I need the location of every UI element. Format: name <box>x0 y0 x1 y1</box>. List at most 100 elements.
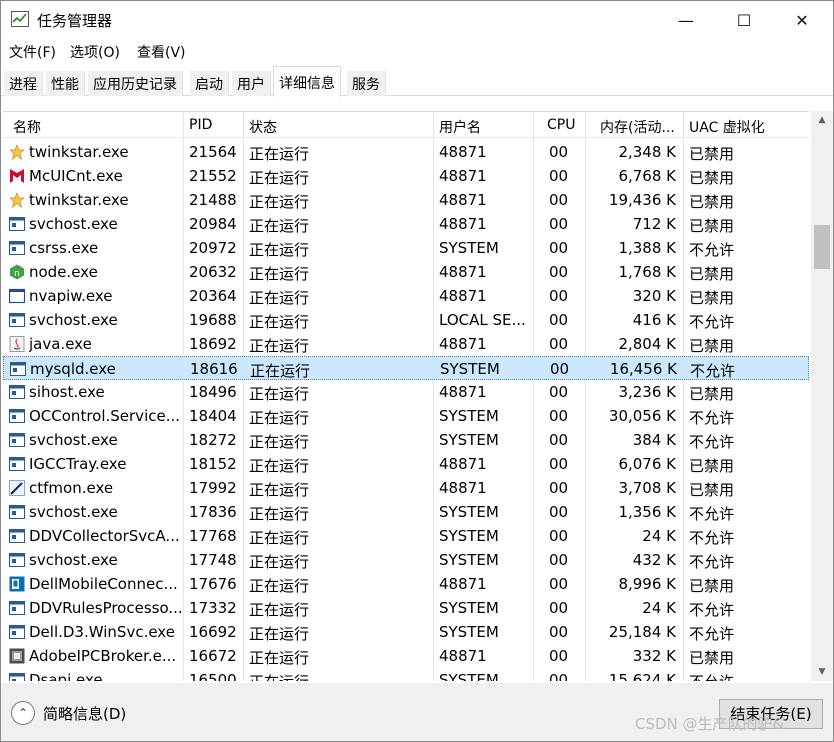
table-row[interactable]: svchost.exe 18272 正在运行 SYSTEM 00 384 K 不允许 <box>3 428 809 452</box>
process-status: 正在运行 <box>249 337 310 355</box>
process-details-table: 名称 PID 状态 用户名 CPU 内存(活动... UAC 虚拟化 twink… <box>3 111 809 681</box>
process-pid: 18616 <box>190 360 238 378</box>
process-cpu: 00 <box>549 311 569 329</box>
table-row[interactable]: nvapiw.exe 20364 正在运行 48871 00 320 K 已禁用 <box>3 284 809 308</box>
service-icon <box>9 528 25 544</box>
process-cpu: 00 <box>549 575 569 593</box>
process-status: 正在运行 <box>249 671 309 681</box>
process-pid: 18152 <box>189 455 237 473</box>
table-row[interactable]: svchost.exe 19688 正在运行 LOCAL SE... 00 416 K 不允… <box>3 308 809 332</box>
table-row[interactable]: DDVCollectorSvcA... 17768 正在运行 SYSTEM 00 24 K… <box>3 524 809 548</box>
column-header-name[interactable]: 名称 <box>13 117 41 137</box>
process-name: Dsapi.exe <box>29 671 103 681</box>
process-status: 正在运行 <box>249 601 310 619</box>
table-row[interactable]: DDVRulesProcesso... 17332 正在运行 SYSTEM 00 24 K… <box>3 596 809 620</box>
column-header-username[interactable]: 用户名 <box>439 117 481 137</box>
process-status: 正在运行 <box>249 241 310 259</box>
process-status: 正在运行 <box>249 649 310 667</box>
process-username: SYSTEM <box>439 407 499 425</box>
tab-users[interactable]: 用户 <box>232 71 271 96</box>
table-row[interactable]: ctfmon.exe 17992 正在运行 48871 00 3,708 K 已禁用 <box>3 476 809 500</box>
table-row[interactable]: svchost.exe 17836 正在运行 SYSTEM 00 1,356 K 不允许 <box>3 500 809 524</box>
process-pid: 21564 <box>189 143 237 161</box>
menu-file[interactable]: 文件(F) <box>9 42 56 62</box>
process-name: svchost.exe <box>29 215 118 233</box>
process-username: 48871 <box>439 215 487 233</box>
process-uac: 不允许 <box>689 601 735 619</box>
menu-options[interactable]: 选项(O) <box>70 42 120 62</box>
table-row[interactable]: svchost.exe 17748 正在运行 SYSTEM 00 432 K 不允许 <box>3 548 809 572</box>
tab-services[interactable]: 服务 <box>347 71 386 96</box>
tab-processes[interactable]: 进程 <box>4 71 43 96</box>
table-row[interactable]: svchost.exe 20984 正在运行 48871 00 712 K 已禁用 <box>3 212 809 236</box>
table-row[interactable]: AdobeIPCBroker.e... 16672 正在运行 48871 00 332 K… <box>3 644 809 668</box>
process-cpu: 00 <box>549 479 569 497</box>
scrollbar-thumb[interactable] <box>814 225 830 269</box>
column-header-status[interactable]: 状态 <box>249 117 277 137</box>
pen-icon <box>9 480 25 496</box>
process-name: svchost.exe <box>29 503 118 521</box>
process-name: twinkstar.exe <box>29 191 129 209</box>
table-row[interactable]: n node.exe 20632 正在运行 48871 00 1,768 K 已禁用 <box>3 260 809 284</box>
table-row[interactable]: OCControl.Service.... 18404 正在运行 SYSTEM 00 30… <box>3 404 809 428</box>
process-username: 48871 <box>439 479 487 497</box>
maximize-button[interactable]: ☐ <box>715 1 773 39</box>
table-row[interactable]: IGCCTray.exe 18152 正在运行 48871 00 6,076 K 已禁用 <box>3 452 809 476</box>
close-button[interactable]: ✕ <box>773 1 831 39</box>
process-username: SYSTEM <box>439 671 499 681</box>
table-row[interactable]: Dsapi.exe 16500 正在运行 SYSTEM 00 15,624 K 不允许 <box>3 668 809 681</box>
table-row[interactable]: java.exe 18692 正在运行 48871 00 2,804 K 已禁用 <box>3 332 809 356</box>
table-row[interactable]: csrss.exe 20972 正在运行 SYSTEM 00 1,388 K 不允许 <box>3 236 809 260</box>
process-cpu: 00 <box>549 647 569 665</box>
process-username: SYSTEM <box>439 431 499 449</box>
menu-view[interactable]: 查看(V) <box>137 42 186 62</box>
process-username: 48871 <box>439 191 487 209</box>
process-pid: 16672 <box>189 647 237 665</box>
tab-startup[interactable]: 启动 <box>190 71 229 96</box>
tab-details[interactable]: 详细信息 <box>273 66 341 97</box>
table-row[interactable]: mysqld.exe 18616 正在运行 SYSTEM 00 16,456 K 不允许 <box>3 356 809 380</box>
tab-app-history[interactable]: 应用历史记录 <box>88 71 183 96</box>
service-icon <box>9 600 25 616</box>
process-pid: 16692 <box>189 623 237 641</box>
process-memory: 2,804 K <box>618 335 676 353</box>
table-row[interactable]: McUICnt.exe 21552 正在运行 48871 00 6,768 K 已禁用 <box>3 164 809 188</box>
vertical-scrollbar[interactable]: ▲ ▼ <box>811 111 833 681</box>
tab-performance[interactable]: 性能 <box>46 71 85 96</box>
process-uac: 不允许 <box>689 313 735 331</box>
mcafee-icon <box>9 168 25 184</box>
minimize-button[interactable]: — <box>657 1 715 39</box>
process-memory: 15,624 K <box>608 671 676 681</box>
process-pid: 18692 <box>189 335 237 353</box>
process-memory: 6,076 K <box>618 455 676 473</box>
table-row[interactable]: twinkstar.exe 21488 正在运行 48871 00 19,436 K 已禁用 <box>3 188 809 212</box>
title-bar[interactable]: 任务管理器 — ☐ ✕ <box>1 1 833 39</box>
process-pid: 21552 <box>189 167 237 185</box>
column-header-memory[interactable]: 内存(活动... <box>600 117 675 137</box>
process-username: 48871 <box>439 455 487 473</box>
process-status: 正在运行 <box>249 625 310 643</box>
process-uac: 已禁用 <box>689 385 735 403</box>
process-cpu: 00 <box>549 623 569 641</box>
table-row[interactable]: Dell.D3.WinSvc.exe 16692 正在运行 SYSTEM 00 25,18… <box>3 620 809 644</box>
less-details-link[interactable]: 简略信息(D) <box>43 703 126 724</box>
service-icon <box>9 384 25 400</box>
column-header-uac[interactable]: UAC 虚拟化 <box>689 117 765 137</box>
task-manager-app-icon <box>11 11 29 27</box>
process-memory: 432 K <box>632 551 676 569</box>
process-pid: 18272 <box>189 431 237 449</box>
process-pid: 17676 <box>189 575 237 593</box>
table-row[interactable]: twinkstar.exe 21564 正在运行 48871 00 2,348 K 已禁用 <box>3 140 809 164</box>
process-uac: 已禁用 <box>689 481 735 499</box>
process-uac: 已禁用 <box>689 169 735 187</box>
process-uac: 不允许 <box>689 625 735 643</box>
process-memory: 24 K <box>642 527 676 545</box>
scroll-down-arrow-icon[interactable]: ▼ <box>811 663 833 681</box>
column-header-pid[interactable]: PID <box>189 117 212 133</box>
table-row[interactable]: DellMobileConnec... 17676 正在运行 48871 00 8,996… <box>3 572 809 596</box>
collapse-chevron-icon[interactable]: ⌃ <box>11 701 35 725</box>
column-header-cpu[interactable]: CPU <box>547 117 575 133</box>
table-row[interactable]: sihost.exe 18496 正在运行 48871 00 3,236 K 已禁用 <box>3 380 809 404</box>
svg-text:n: n <box>14 269 20 279</box>
scroll-up-arrow-icon[interactable]: ▲ <box>811 111 833 129</box>
